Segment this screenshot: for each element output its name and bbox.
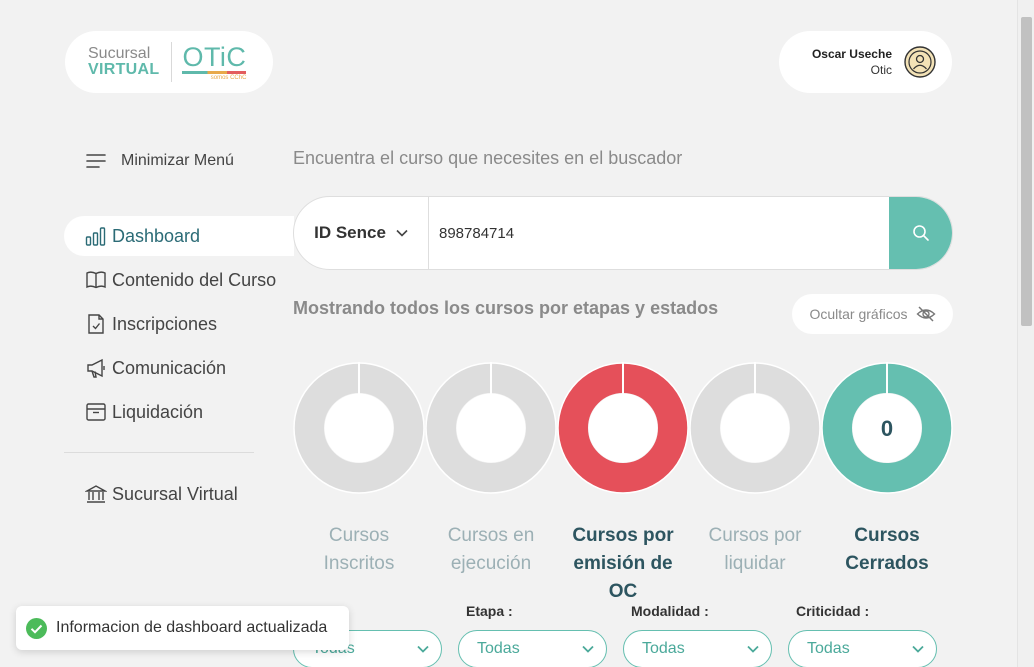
hide-charts-button[interactable]: Ocultar gráficos [792,294,953,334]
hamburger-icon [86,154,106,168]
donut-center [456,393,526,463]
search-hint: Encuentra el curso que necesites en el b… [293,148,683,168]
logo-divider [171,42,173,82]
donut-center [720,393,790,463]
toast-message: Informacion de dashboard actualizada [56,619,328,636]
sidebar-divider [64,452,254,453]
minimize-menu-button[interactable]: Minimizar Menú [86,152,234,170]
filter-select-etapa[interactable]: Todas [458,630,607,667]
chevron-down-icon [417,645,429,653]
donut-inscritos[interactable] [293,362,425,494]
search-bar: ID Sence [293,196,953,270]
logo-sucursal-virtual: Sucursal VIRTUAL [88,45,160,78]
sidebar-item-comunicacion[interactable]: Comunicación [64,348,294,388]
search-input[interactable] [429,197,889,269]
scrollbar-thumb[interactable] [1021,17,1032,326]
sidebar-item-dashboard[interactable]: Dashboard [64,216,294,256]
user-profile[interactable]: Oscar Useche Otic [779,31,952,93]
filter-label-etapa: Etapa : [466,603,513,619]
stage-label-por-liquidar[interactable]: Cursos por liquidar [689,522,821,578]
sidebar-item-sucursal-virtual[interactable]: Sucursal Virtual [64,474,294,514]
book-icon [86,271,106,289]
donut-cerrados[interactable]: 0 [821,362,953,494]
bank-icon [85,485,107,503]
toast-notification: Informacion de dashboard actualizada [16,606,349,650]
check-circle-icon [26,617,47,639]
eye-off-icon [915,306,936,322]
filter-label-modalidad: Modalidad : [631,603,709,619]
logo-otic: OTiC somos CChC [182,41,247,81]
sidebar-item-inscripciones[interactable]: Inscripciones [64,304,294,344]
sidebar-item-contenido[interactable]: Contenido del Curso [64,260,294,300]
stage-label-inscritos[interactable]: Cursos Inscritos [293,522,425,578]
user-org: Otic [870,63,892,77]
filter-select-modalidad[interactable]: Todas [623,630,772,667]
chevron-down-icon [396,229,408,237]
page-scrollbar[interactable] [1017,0,1034,667]
megaphone-icon [87,358,105,378]
filter-label-criticidad: Criticidad : [796,603,870,619]
donut-por-liquidar[interactable] [689,362,821,494]
search-icon [912,225,929,241]
section-title: Mostrando todos los cursos por etapas y … [293,298,719,318]
stage-label-ejecucion[interactable]: Cursos en ejecución [425,522,557,578]
archive-icon [86,403,106,421]
donut-center [588,393,658,463]
chevron-down-icon [747,645,759,653]
user-name: Oscar Useche [811,47,892,61]
bar-chart-icon [85,227,106,246]
document-check-icon [88,314,104,334]
stage-label-cerrados[interactable]: Cursos Cerrados [821,522,953,578]
chevron-down-icon [582,645,594,653]
brand-logo[interactable]: Sucursal VIRTUAL OTiC somos CChC [65,31,273,93]
avatar-icon[interactable] [904,46,936,78]
filter-select-criticidad[interactable]: Todas [788,630,937,667]
search-button[interactable] [889,197,952,269]
stage-label-emision-oc[interactable]: Cursos por emisión de OC [557,522,689,606]
user-info: Oscar Useche Otic [812,46,892,78]
donut-ejecucion[interactable] [425,362,557,494]
sidebar-item-liquidacion[interactable]: Liquidación [64,392,294,432]
search-type-select[interactable]: ID Sence [294,197,429,269]
donut-center-value: 0 [881,416,893,441]
donut-emision-oc[interactable] [557,362,689,494]
donut-center [324,393,394,463]
chevron-down-icon [912,645,924,653]
